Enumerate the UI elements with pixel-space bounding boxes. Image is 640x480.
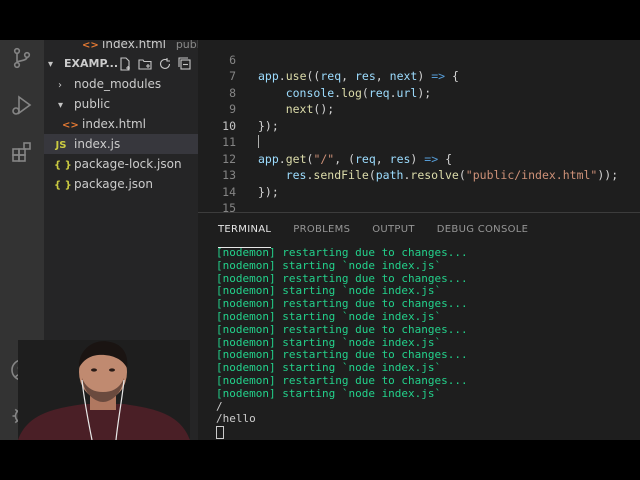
terminal-cursor [216, 426, 224, 440]
webcam-overlay [18, 340, 190, 440]
terminal-output[interactable]: [nodemon] restarting due to changes... [… [216, 246, 468, 440]
tree-item-label: package.json [74, 177, 154, 191]
tree-item-node-modules[interactable]: › node_modules [44, 74, 198, 94]
tab-problems[interactable]: PROBLEMS [293, 224, 350, 248]
terminal-line: [nodemon] starting `node index.js` [216, 309, 442, 323]
tree-item-package-lock-json[interactable]: { } package-lock.json [44, 154, 198, 174]
terminal-line: [nodemon] starting `node index.js` [216, 258, 442, 272]
open-editor-item[interactable]: <> index.html public [82, 40, 209, 54]
panel-tabs: TERMINAL PROBLEMS OUTPUT DEBUG CONSOLE [218, 224, 528, 248]
json-file-icon: { } [54, 180, 72, 191]
chevron-down-icon: ▾ [58, 100, 64, 111]
terminal-line: /hello [216, 412, 256, 426]
vscode-window: <> index.html public ▾ EXAMP... › node_modu… [0, 40, 640, 440]
bottom-panel: TERMINAL PROBLEMS OUTPUT DEBUG CONSOLE [… [198, 212, 640, 440]
code-line: 16 res.send("Yay"); [198, 200, 640, 212]
tree-item-public[interactable]: ▾ public [44, 94, 198, 114]
terminal-line: [nodemon] starting `node index.js` [216, 386, 442, 400]
tab-output[interactable]: OUTPUT [372, 224, 415, 248]
tab-terminal[interactable]: TERMINAL [218, 224, 272, 248]
terminal-line: [nodemon] restarting due to changes... [216, 322, 468, 336]
refresh-icon[interactable] [158, 57, 172, 71]
extensions-icon[interactable] [10, 140, 34, 164]
tab-debug-console[interactable]: DEBUG CONSOLE [437, 224, 528, 248]
collapse-all-icon[interactable] [178, 57, 192, 71]
code-line: 14 [198, 167, 640, 199]
html-file-icon: <> [62, 120, 79, 131]
new-file-icon[interactable] [118, 57, 132, 71]
terminal-prompt[interactable] [216, 426, 468, 440]
code-line: 7 console.log(req.url); [198, 52, 640, 100]
explorer-actions [118, 54, 192, 74]
code-line: 11 app.get("/", (req, res) => { [198, 118, 640, 166]
tree-item-label: index.js [74, 137, 121, 151]
code-line: 8 next(); [198, 68, 640, 117]
chevron-right-icon: › [58, 80, 62, 91]
code-editor[interactable]: 6 app.use((req, res, next) => { 7 consol… [198, 40, 640, 212]
code-line: 9 }); [198, 85, 640, 133]
tree-item-label: node_modules [74, 77, 162, 91]
tree-item-index-html[interactable]: <> index.html [44, 114, 198, 134]
run-debug-icon[interactable] [10, 94, 34, 118]
code-line: 6 app.use((req, res, next) => { [198, 40, 640, 84]
code-line-current: 10 [198, 101, 640, 148]
terminal-line: [nodemon] restarting due to changes... [216, 246, 468, 259]
code-line: 13 }); [198, 151, 640, 199]
tree-item-label: index.html [82, 117, 146, 131]
code-line: 15 app.get("/hello", (req, res) => { [198, 184, 640, 212]
js-file-icon: JS [55, 140, 67, 151]
code-line: 12 res.sendFile(path.resolve("public/ind… [198, 134, 640, 183]
source-control-icon[interactable] [10, 46, 34, 70]
tree-item-index-js[interactable]: JS index.js [44, 134, 198, 154]
terminal-line: [nodemon] restarting due to changes... [216, 373, 468, 387]
tree-item-label: public [74, 97, 111, 111]
explorer-header[interactable]: ▾ EXAMP... [44, 54, 198, 74]
json-file-icon: { } [54, 160, 72, 171]
explorer-title: EXAMP... [64, 57, 119, 70]
open-editor-label: index.html [102, 40, 166, 51]
tree-item-label: package-lock.json [74, 157, 182, 171]
new-folder-icon[interactable] [138, 57, 152, 71]
tree-item-package-json[interactable]: { } package.json [44, 174, 198, 194]
chevron-down-icon: ▾ [48, 59, 54, 70]
